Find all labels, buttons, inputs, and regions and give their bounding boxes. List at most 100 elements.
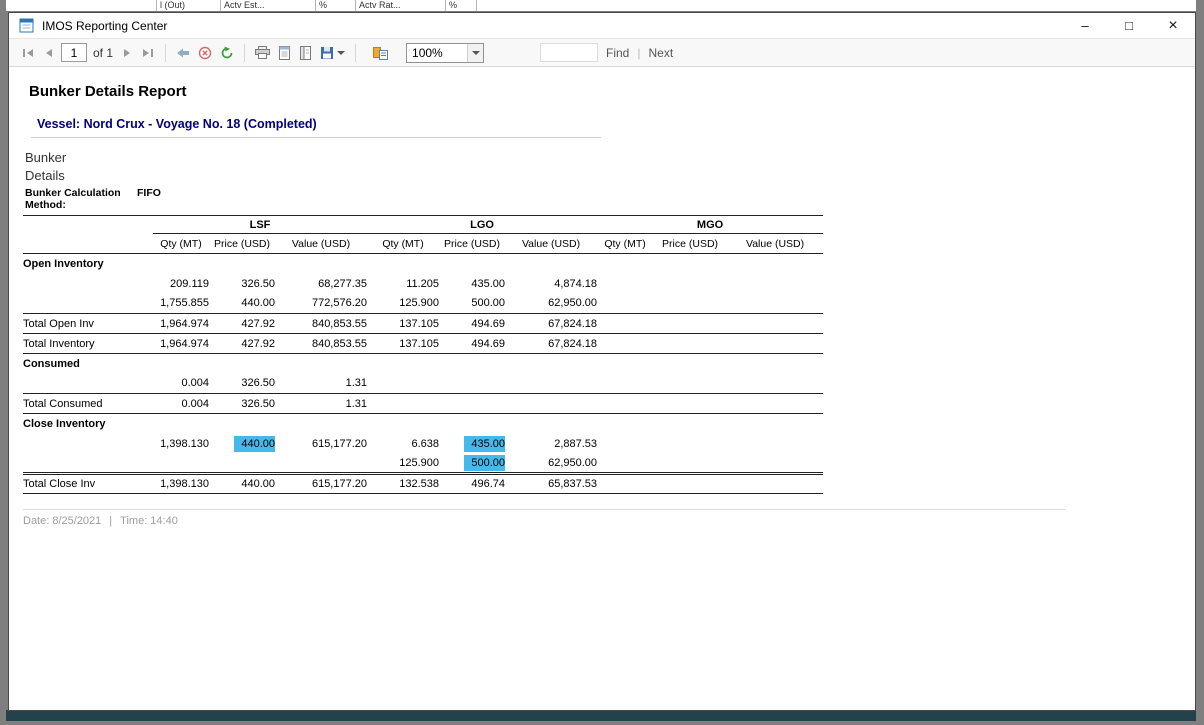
value-cell: 67,824.18 [505, 314, 597, 334]
zoom-dropdown[interactable]: 100% [406, 43, 484, 63]
value-cell [153, 454, 209, 474]
value-cell: 840,853.55 [275, 334, 367, 354]
export-button[interactable] [317, 42, 348, 64]
cell-text: 615,177.20 [312, 438, 367, 450]
value-cell [597, 474, 653, 494]
value-cell: 4,874.18 [505, 274, 597, 294]
cell-text: 1,755.855 [160, 297, 209, 309]
last-page-icon [141, 47, 155, 59]
value-cell [653, 274, 727, 294]
value-cell: 840,853.55 [275, 314, 367, 334]
page-setup-icon [299, 46, 312, 60]
value-cell: 62,950.00 [505, 294, 597, 314]
value-cell [505, 374, 597, 394]
value-cell [653, 374, 727, 394]
value-cell [153, 254, 209, 274]
column-header: Value (USD) [727, 234, 823, 254]
report-toolbar: of 1 [9, 39, 1195, 67]
value-cell: 427.92 [209, 334, 275, 354]
table-row: Total Consumed0.004326.501.31 [23, 394, 823, 414]
stop-icon [198, 46, 212, 60]
value-cell [209, 354, 275, 374]
find-input[interactable] [540, 43, 598, 62]
zoom-dropdown-button[interactable] [467, 44, 483, 62]
value-cell [275, 354, 367, 374]
column-header: Value (USD) [275, 234, 367, 254]
vessel-heading: Vessel: Nord Crux - Voyage No. 18 (Compl… [37, 117, 317, 131]
export-data-button[interactable] [370, 42, 391, 64]
footer-separator: | [109, 515, 112, 527]
find-next-button[interactable]: Next [648, 46, 673, 60]
background-grid-header: Actv Rat... [355, 0, 445, 11]
previous-page-button[interactable] [40, 42, 56, 64]
value-cell [209, 414, 275, 434]
cell-text: 326.50 [241, 398, 275, 410]
value-cell [727, 434, 823, 454]
cell-text: 1.31 [346, 377, 367, 389]
value-cell [727, 474, 823, 494]
value-cell [209, 454, 275, 474]
value-cell: 1.31 [275, 374, 367, 394]
cell-text: 1.31 [346, 398, 367, 410]
table-row: 0.004326.501.31 [23, 374, 823, 394]
value-cell [439, 414, 505, 434]
value-cell: 1,964.974 [153, 314, 209, 334]
table-row: Total Inventory1,964.974427.92840,853.55… [23, 334, 823, 354]
value-cell: 496.74 [439, 474, 505, 494]
section-heading: Bunker Details [25, 149, 66, 185]
column-header: Qty (MT) [597, 234, 653, 254]
background-grid-header: Actv Est... [220, 0, 315, 11]
value-cell [367, 374, 439, 394]
export-data-icon [373, 46, 388, 60]
value-cell [653, 454, 727, 474]
value-cell [727, 254, 823, 274]
cell-text: 125.900 [399, 457, 439, 469]
value-cell [653, 254, 727, 274]
table-row: 1,755.855440.00772,576.20125.900500.0062… [23, 294, 823, 314]
cell-text: 125.900 [399, 297, 439, 309]
value-cell [367, 414, 439, 434]
row-label [23, 374, 153, 394]
page-number-input[interactable] [61, 43, 87, 62]
back-button[interactable] [173, 42, 193, 64]
value-cell: 615,177.20 [275, 474, 367, 494]
last-page-button[interactable] [138, 42, 158, 64]
refresh-button[interactable] [217, 42, 237, 64]
window-title: IMOS Reporting Center [42, 19, 1063, 33]
print-button[interactable] [252, 42, 273, 64]
value-cell [367, 254, 439, 274]
cell-text: 500.00 [471, 297, 505, 309]
value-cell: 500.00 [439, 294, 505, 314]
highlighted-value-cell: 500.00 [439, 454, 505, 474]
cell-text: 772,576.20 [312, 297, 367, 309]
row-label: Close Inventory [23, 414, 153, 434]
minimize-button[interactable]: – [1063, 13, 1107, 38]
print-layout-button[interactable] [275, 42, 294, 64]
value-cell [653, 414, 727, 434]
cell-text: 615,177.20 [312, 478, 367, 490]
value-cell [153, 414, 209, 434]
close-button[interactable]: × [1151, 13, 1195, 38]
cell-text: 6.638 [411, 438, 439, 450]
value-cell: 68,277.35 [275, 274, 367, 294]
table-row: 209.119326.5068,277.3511.205435.004,874.… [23, 274, 823, 294]
value-cell: 67,824.18 [505, 334, 597, 354]
value-cell [653, 474, 727, 494]
table-row: Open Inventory [23, 254, 823, 274]
next-page-button[interactable] [120, 42, 136, 64]
first-page-button[interactable] [18, 42, 38, 64]
value-cell: 615,177.20 [275, 434, 367, 454]
cell-text: 494.69 [471, 318, 505, 330]
value-cell [653, 354, 727, 374]
value-cell [439, 354, 505, 374]
value-cell: 326.50 [209, 394, 275, 414]
find-button[interactable]: Find [606, 46, 629, 60]
value-cell [653, 314, 727, 334]
background-grid-header: % [315, 0, 355, 11]
refresh-icon [220, 46, 234, 60]
maximize-button[interactable]: □ [1107, 13, 1151, 38]
value-cell [727, 374, 823, 394]
stop-button[interactable] [195, 42, 215, 64]
page-setup-button[interactable] [296, 42, 315, 64]
value-cell: 1,755.855 [153, 294, 209, 314]
